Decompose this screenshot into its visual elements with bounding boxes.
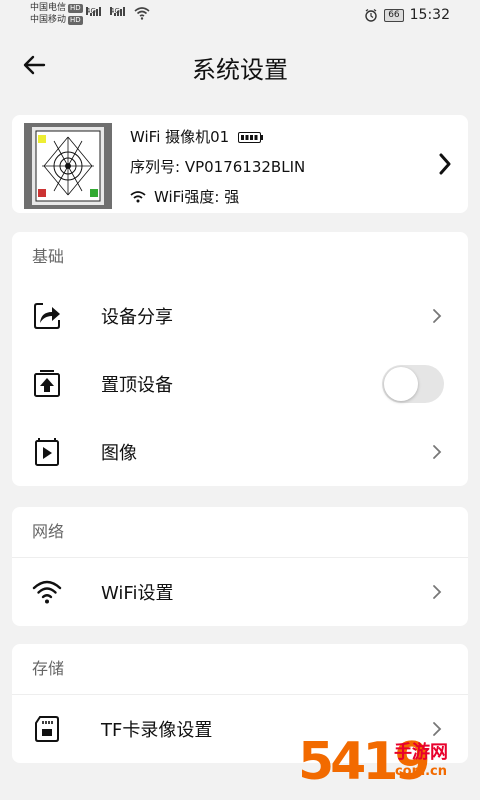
header: 系统设置 bbox=[0, 30, 480, 100]
toggle-knob bbox=[384, 367, 418, 401]
wifi-icon bbox=[130, 191, 146, 203]
signal-icon-2: 4G bbox=[110, 7, 125, 16]
watermark-text: 手游网 bbox=[394, 742, 448, 763]
status-time: 15:32 bbox=[409, 7, 450, 23]
row-label: 设备分享 bbox=[101, 307, 173, 328]
signal-icon: 4G bbox=[86, 7, 101, 16]
row-label: WiFi设置 bbox=[101, 583, 174, 604]
section-basic: 基础 设备分享 置顶设备 图像 bbox=[12, 232, 468, 486]
device-name: WiFi 摄像机01 bbox=[130, 126, 264, 147]
row-label: 图像 bbox=[101, 443, 137, 464]
chevron-right-icon bbox=[433, 309, 442, 323]
row-label: TF卡录像设置 bbox=[101, 720, 213, 741]
row-wifi-settings[interactable]: WiFi设置 bbox=[12, 558, 468, 626]
status-bar: 中国电信 HD 中国移动 HD 4G 4G 66 15:32 bbox=[0, 0, 480, 30]
wifi-status-icon bbox=[134, 7, 150, 20]
section-title-basic: 基础 bbox=[32, 247, 65, 266]
page-title: 系统设置 bbox=[192, 56, 288, 84]
chevron-right-icon[interactable] bbox=[438, 153, 452, 175]
carrier-1: 中国电信 HD bbox=[30, 3, 83, 13]
pin-top-toggle[interactable] bbox=[382, 365, 444, 403]
section-title-storage: 存储 bbox=[12, 644, 468, 695]
row-pin-top[interactable]: 置顶设备 bbox=[12, 350, 468, 418]
row-image[interactable]: 图像 bbox=[12, 418, 468, 486]
sd-card-icon bbox=[35, 716, 59, 742]
battery-icon bbox=[238, 132, 264, 143]
watermark-logo: 5419 手游网 .com.cn bbox=[298, 734, 478, 794]
watermark-url: .com.cn bbox=[390, 764, 448, 779]
device-serial: 序列号: VP0176132BLIN bbox=[130, 158, 306, 176]
pin-top-icon bbox=[34, 370, 60, 397]
device-wifi-strength: WiFi强度: 强 bbox=[130, 186, 239, 207]
video-play-icon bbox=[35, 438, 59, 466]
wifi-icon bbox=[32, 580, 62, 604]
device-card[interactable]: WiFi 摄像机01 序列号: VP0176132BLIN WiFi强度: 强 bbox=[12, 115, 468, 213]
carrier-2: 中国移动 HD bbox=[30, 15, 83, 25]
chevron-right-icon bbox=[433, 445, 442, 459]
battery-indicator: 66 bbox=[384, 8, 404, 22]
section-network: 网络 WiFi设置 bbox=[12, 507, 468, 626]
device-thumbnail bbox=[24, 123, 112, 209]
share-icon bbox=[34, 303, 60, 329]
row-label: 置顶设备 bbox=[101, 375, 173, 396]
row-device-share[interactable]: 设备分享 bbox=[12, 282, 468, 350]
alarm-icon bbox=[365, 9, 377, 22]
section-title-network: 网络 bbox=[12, 507, 468, 558]
chevron-right-icon bbox=[433, 585, 442, 599]
